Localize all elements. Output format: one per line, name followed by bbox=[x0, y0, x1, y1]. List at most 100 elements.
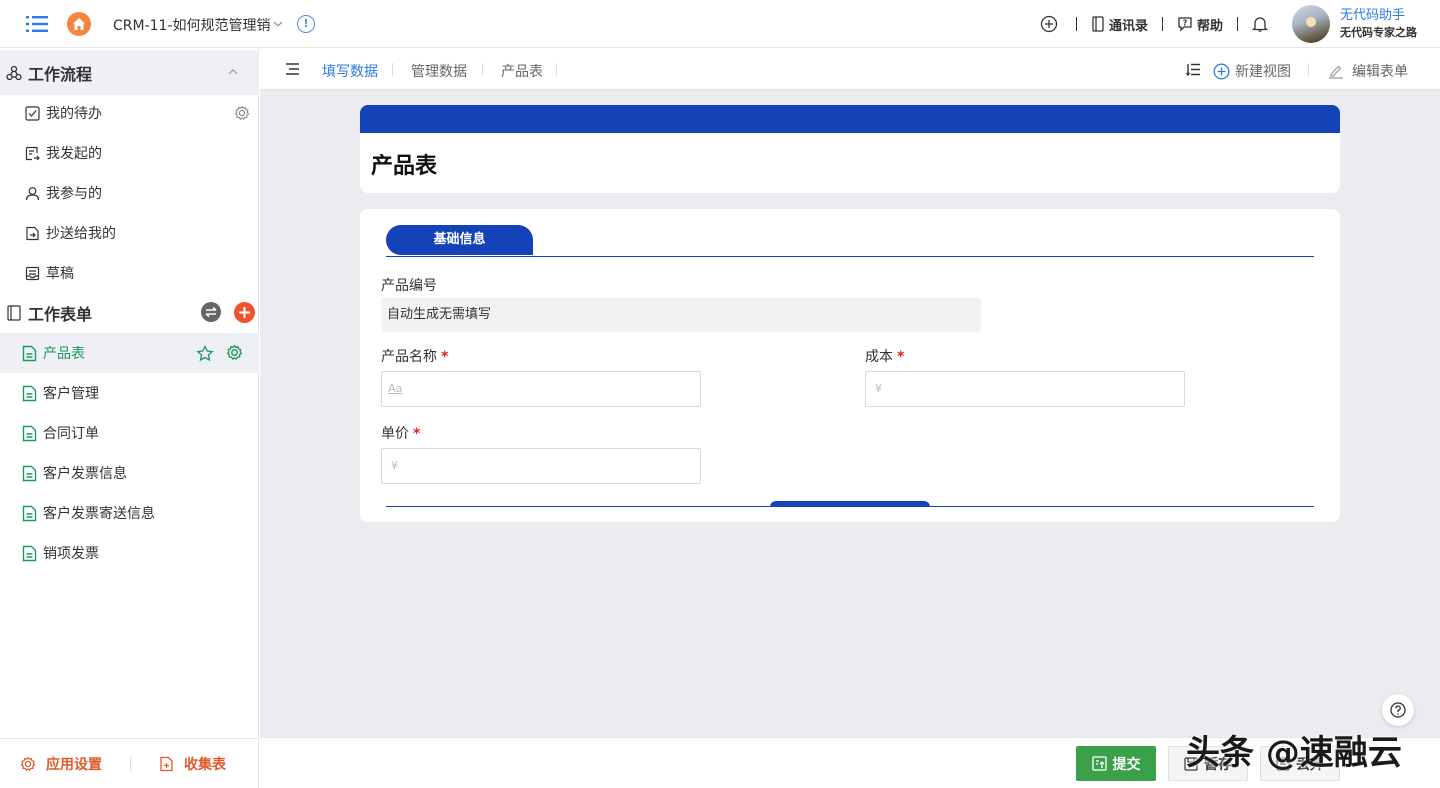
app-settings-button[interactable]: 应用设置 bbox=[20, 754, 102, 774]
add-circle-icon bbox=[1213, 63, 1230, 79]
main-content: 填写数据 管理数据 产品表 新建视图 编辑表单 产品表 基础信息 产品编号 自动… bbox=[260, 48, 1440, 788]
product-name-label: 产品名称 * bbox=[381, 349, 449, 365]
sidebar-item-cc-to-me[interactable]: 抄送给我的 bbox=[0, 213, 259, 253]
product-name-input[interactable]: Aa bbox=[381, 371, 701, 407]
sidebar: 工作流程 我的待办 我发起的 我参与的 抄送给我的 草稿 工作表单 产品表 客户… bbox=[0, 48, 259, 788]
send-doc-icon bbox=[25, 146, 40, 160]
tab-bar: 填写数据 管理数据 产品表 新建视图 编辑表单 bbox=[260, 48, 1440, 90]
sidebar-item-invoice-mailing[interactable]: 客户发票寄送信息 bbox=[0, 493, 259, 533]
sidebar-item-participated[interactable]: 我参与的 bbox=[0, 173, 259, 213]
form-header-card: 产品表 bbox=[360, 105, 1340, 193]
divider bbox=[1308, 63, 1309, 76]
chevron-down-icon[interactable] bbox=[272, 18, 284, 30]
home-icon[interactable] bbox=[67, 12, 91, 36]
sidebar-item-output-invoice[interactable]: 销项发票 bbox=[0, 533, 259, 573]
user-icon bbox=[25, 186, 40, 200]
product-no-label: 产品编号 bbox=[381, 278, 437, 294]
submit-button[interactable]: 提交 bbox=[1076, 746, 1156, 781]
question-icon bbox=[1390, 702, 1406, 718]
sidebar-item-my-todo[interactable]: 我的待办 bbox=[0, 93, 259, 133]
help-button[interactable]: ? 帮助 bbox=[1177, 15, 1223, 34]
draft-icon bbox=[25, 266, 40, 280]
sidebar-group-forms[interactable]: 工作表单 bbox=[0, 290, 259, 335]
info-icon[interactable]: ! bbox=[297, 15, 315, 33]
swap-icon[interactable] bbox=[201, 302, 221, 322]
sidebar-group-workflow[interactable]: 工作流程 bbox=[0, 50, 259, 95]
form-doc-icon bbox=[22, 545, 37, 561]
sidebar-item-invoice-info[interactable]: 客户发票信息 bbox=[0, 453, 259, 493]
chevron-up-icon[interactable] bbox=[227, 68, 239, 76]
form-action-bar: 提交 暂存 丢弃 头条 @速融云 bbox=[260, 733, 1440, 788]
edit-form-label: 编辑表单 bbox=[1352, 64, 1408, 80]
sidebar-item-contract-orders[interactable]: 合同订单 bbox=[0, 413, 259, 453]
app-title[interactable]: CRM-11-如何规范管理销 bbox=[113, 15, 271, 35]
header-tools: 通讯录 ? 帮助 无代码助手 无代码专家之路 bbox=[1040, 0, 1440, 48]
new-view-label: 新建视图 bbox=[1235, 64, 1291, 80]
sidebar-item-label: 我参与的 bbox=[46, 186, 102, 202]
sidebar-item-label: 草稿 bbox=[46, 266, 74, 282]
divider bbox=[130, 756, 131, 771]
form-body-card: 基础信息 产品编号 自动生成无需填写 产品名称 * Aa 成本 * ¥ 单价 * ¥ bbox=[360, 209, 1340, 522]
gear-icon bbox=[20, 756, 36, 771]
sidebar-item-product-form[interactable]: 产品表 bbox=[0, 333, 259, 373]
section-divider bbox=[386, 256, 1314, 257]
help-label: 帮助 bbox=[1196, 18, 1223, 34]
contacts-button[interactable]: 通讯录 bbox=[1091, 15, 1148, 34]
star-icon[interactable] bbox=[196, 345, 214, 362]
sort-list-icon[interactable] bbox=[1186, 63, 1200, 76]
help-float-button[interactable] bbox=[1382, 694, 1414, 726]
sidebar-item-initiated[interactable]: 我发起的 bbox=[0, 133, 259, 173]
contacts-label: 通讯录 bbox=[1108, 18, 1148, 34]
sidebar-item-label: 客户管理 bbox=[43, 386, 99, 402]
watermark: 头条 @速融云 bbox=[1186, 733, 1402, 773]
user-block[interactable]: 无代码助手 无代码专家之路 bbox=[1340, 7, 1440, 41]
unit-price-label: 单价 * bbox=[381, 426, 421, 442]
form-title: 产品表 bbox=[371, 154, 438, 179]
form-doc-icon bbox=[22, 345, 37, 361]
cc-doc-icon bbox=[26, 226, 39, 240]
collect-form-label: 收集表 bbox=[184, 756, 226, 773]
form-doc-icon bbox=[22, 465, 37, 481]
checkbox-icon bbox=[25, 105, 40, 121]
sidebar-item-drafts[interactable]: 草稿 bbox=[0, 253, 259, 293]
app-settings-label: 应用设置 bbox=[46, 756, 102, 773]
sidebar-item-label: 客户发票信息 bbox=[43, 466, 127, 482]
collapse-menu-icon[interactable] bbox=[286, 63, 299, 75]
tab-fill-data[interactable]: 填写数据 bbox=[322, 61, 378, 81]
top-bar: CRM-11-如何规范管理销 ! 通讯录 ? 帮助 无代码助手 无代码专家之路 bbox=[0, 0, 1440, 48]
gear-icon[interactable] bbox=[226, 344, 243, 361]
collect-form-icon bbox=[160, 756, 173, 771]
sidebar-item-customer-mgmt[interactable]: 客户管理 bbox=[0, 373, 259, 413]
add-circle-icon[interactable] bbox=[1040, 15, 1062, 33]
unit-price-input[interactable]: ¥ bbox=[381, 448, 701, 484]
help-chat-icon: ? bbox=[1178, 17, 1192, 32]
avatar[interactable] bbox=[1292, 5, 1330, 43]
add-form-icon[interactable] bbox=[234, 302, 255, 323]
sidebar-group-label: 工作流程 bbox=[28, 64, 93, 84]
currency-icon: ¥ bbox=[391, 459, 398, 472]
form-book-icon bbox=[7, 304, 21, 321]
sidebar-item-label: 合同订单 bbox=[43, 426, 99, 442]
menu-list-icon[interactable] bbox=[26, 14, 48, 34]
cost-input[interactable]: ¥ bbox=[865, 371, 1185, 407]
edit-form-button[interactable]: 编辑表单 bbox=[1328, 61, 1408, 81]
form-doc-icon bbox=[22, 385, 37, 401]
sidebar-item-label: 销项发票 bbox=[43, 546, 99, 562]
form-doc-icon bbox=[22, 425, 37, 441]
section-tab-basic-info[interactable]: 基础信息 bbox=[386, 225, 533, 255]
workflow-icon bbox=[6, 65, 22, 80]
user-subtitle: 无代码专家之路 bbox=[1340, 26, 1417, 39]
divider bbox=[482, 63, 483, 76]
tab-product-view[interactable]: 产品表 bbox=[501, 61, 543, 81]
new-view-button[interactable]: 新建视图 bbox=[1213, 61, 1291, 81]
text-type-icon: Aa bbox=[388, 382, 403, 395]
currency-icon: ¥ bbox=[875, 382, 882, 395]
tab-manage-data[interactable]: 管理数据 bbox=[411, 61, 467, 81]
submit-label: 提交 bbox=[1112, 756, 1141, 773]
collect-form-button[interactable]: 收集表 bbox=[159, 754, 226, 774]
sidebar-item-label: 我发起的 bbox=[46, 146, 102, 162]
sidebar-item-label: 产品表 bbox=[43, 346, 85, 362]
divider bbox=[556, 63, 557, 76]
bell-icon[interactable] bbox=[1252, 16, 1272, 33]
gear-icon[interactable] bbox=[234, 105, 250, 121]
